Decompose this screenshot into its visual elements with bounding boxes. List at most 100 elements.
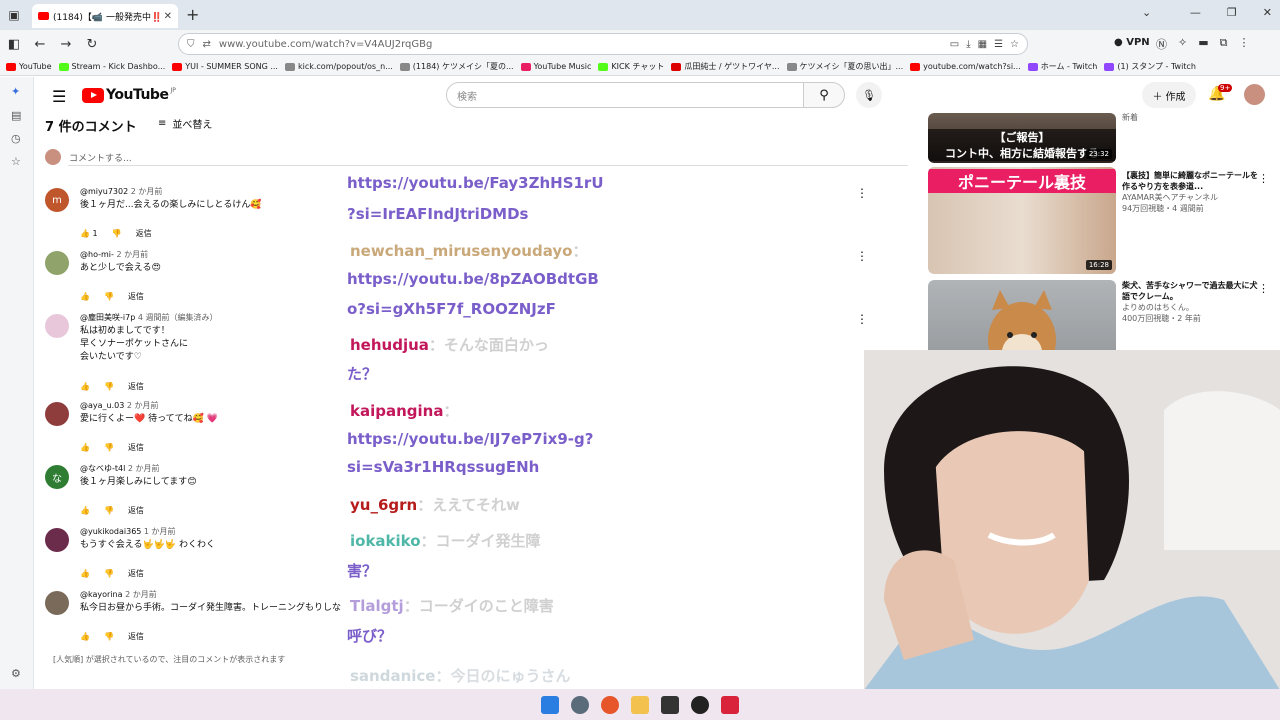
address-bar[interactable]: ⛉ ⇄ www.youtube.com/watch?v=V4AUJ2rqGBg … [178, 33, 1028, 55]
battery-icon[interactable]: ▬ [1198, 36, 1208, 52]
bookmark-item[interactable]: ケツメイシ「夏の思い出」... [786, 61, 903, 72]
bookmark-item[interactable]: YouTube [6, 62, 52, 71]
avatar[interactable] [45, 402, 69, 426]
obs-icon[interactable] [691, 695, 709, 714]
dislike-icon[interactable]: 👎 [104, 506, 114, 515]
comment-time[interactable]: 4 週間前（編集済み） [138, 313, 218, 322]
browser-icon[interactable] [601, 695, 619, 714]
hamburger-menu-icon[interactable]: ☰ [52, 87, 66, 106]
start-windows-icon[interactable] [541, 695, 559, 714]
bookmark-item[interactable]: (1184) ケツメイシ「夏の... [399, 61, 514, 72]
reply-button[interactable]: 返信 [128, 631, 144, 642]
bookmark-item[interactable]: YUI - SUMMER SONG ... [172, 62, 278, 71]
forward-icon[interactable]: → [54, 32, 78, 56]
tab-active[interactable]: (1184)【📹 一般発売中‼️】#ソナ ✕ [32, 4, 178, 28]
comment-more-icon[interactable]: ⋮ [856, 249, 868, 263]
avatar[interactable]: な [45, 465, 69, 489]
sort-button[interactable]: ≡ 並べ替え [158, 116, 212, 131]
reply-button[interactable]: 返信 [128, 568, 144, 579]
dislike-icon[interactable]: 👎 [112, 229, 122, 238]
account-avatar[interactable] [1244, 84, 1265, 105]
dislike-icon[interactable]: 👎 [104, 569, 114, 578]
video-thumbnail[interactable]: ポニーテール裏技 16:28 [928, 167, 1116, 274]
like-button[interactable]: 👍 [80, 382, 90, 391]
like-button[interactable]: 👍 [80, 506, 90, 515]
download-icon[interactable]: ⤓ [966, 39, 970, 50]
app-red-icon[interactable] [721, 695, 739, 714]
settings-gear-icon[interactable]: ⚙ [11, 667, 21, 680]
bookmark-item[interactable]: youtube.com/watch?si... [910, 62, 1021, 71]
like-button[interactable]: 👍 [80, 569, 90, 578]
like-button[interactable]: 👍 1 [80, 229, 98, 238]
channel-name[interactable]: AYAMAR美ヘアチャンネル [1122, 192, 1262, 203]
new-tab-button[interactable]: + [186, 5, 199, 24]
channel-name[interactable]: よりめのはちくん。 [1122, 302, 1262, 313]
bookmark-item[interactable]: KICK チャット [598, 61, 664, 72]
bookmark-item[interactable]: ホーム - Twitch [1027, 61, 1097, 72]
install-icon[interactable]: ▭ [950, 39, 959, 50]
tab-list-chevron-icon[interactable]: ⌄ [1142, 6, 1151, 19]
reply-button[interactable]: 返信 [128, 381, 144, 392]
comment-author[interactable]: @kayorina [80, 590, 123, 599]
vpn-button[interactable]: ● VPN [1114, 37, 1150, 48]
dislike-icon[interactable]: 👎 [104, 632, 114, 641]
collections-icon[interactable]: ▤ [11, 109, 21, 122]
video-title[interactable]: 【裏技】簡単に綺麗なポニーテールを作るやり方を表参道... [1122, 170, 1262, 192]
search-input[interactable]: 検索 [446, 82, 804, 108]
minimize-icon[interactable]: — [1190, 6, 1201, 19]
comment-more-icon[interactable]: ⋮ [856, 186, 868, 200]
reader-icon[interactable]: ☰ [994, 39, 1003, 50]
comment-author[interactable]: @なべゆ-t4l [80, 464, 125, 473]
comment-time[interactable]: 2 か月前 [116, 250, 148, 259]
settings-icon[interactable] [571, 695, 589, 714]
comment-author[interactable]: @ho-mi- [80, 250, 114, 259]
like-button[interactable]: 👍 [80, 443, 90, 452]
restore-icon[interactable]: ❐ [1227, 6, 1237, 19]
bookmark-item[interactable]: Stream - Kick Dashbo... [58, 62, 165, 71]
reply-button[interactable]: 返信 [128, 291, 144, 302]
bookmark-item[interactable]: 瓜田純士 / ゲツトワイヤ... [671, 61, 780, 72]
history-icon[interactable]: ◷ [11, 132, 21, 145]
reply-button[interactable]: 返信 [136, 228, 152, 239]
file-explorer-icon[interactable] [631, 695, 649, 714]
tab-overview-icon[interactable]: ▣ [0, 0, 28, 30]
comment-time[interactable]: 1 か月前 [144, 527, 176, 536]
reply-button[interactable]: 返信 [128, 442, 144, 453]
like-button[interactable]: 👍 [80, 292, 90, 301]
reload-icon[interactable]: ↻ [80, 32, 104, 56]
bookmark-item[interactable]: YouTube Music [520, 62, 591, 71]
voice-search-button[interactable]: 🎙 [856, 82, 882, 108]
comment-time[interactable]: 2 か月前 [127, 401, 159, 410]
menu-icon[interactable]: ⋮ [1238, 36, 1249, 52]
video-more-icon[interactable]: ⋮ [1258, 172, 1269, 185]
comment-more-icon[interactable]: ⋮ [856, 312, 868, 326]
ai-sparkle-icon[interactable]: ✦ [11, 85, 20, 98]
recommended-video[interactable]: ポニーテール裏技 16:28 [928, 167, 1118, 274]
avatar[interactable]: m [45, 188, 69, 212]
bookmark-star-icon[interactable]: ☆ [1010, 39, 1019, 50]
like-button[interactable]: 👍 [80, 632, 90, 641]
avatar[interactable] [45, 314, 69, 338]
back-icon[interactable]: ← [28, 32, 52, 56]
comment-time[interactable]: 2 か月前 [125, 590, 157, 599]
recommended-video[interactable]: 【ご報告】 コント中、相方に結婚報告する 23:32 [928, 113, 1118, 163]
extension-puzzle-icon[interactable]: ⧉ [1220, 36, 1228, 52]
extension-icon[interactable]: ✧ [1178, 36, 1187, 52]
video-more-icon[interactable]: ⋮ [1258, 282, 1269, 295]
snapshot-icon[interactable]: ▦ [978, 39, 987, 50]
profile-n-icon[interactable]: Ⓝ [1156, 36, 1167, 52]
app-icon[interactable] [661, 695, 679, 714]
search-button[interactable]: ⚲ [803, 82, 845, 108]
close-tab-icon[interactable]: ✕ [164, 11, 172, 22]
comment-author[interactable]: @aya_u.03 [80, 401, 124, 410]
sidebar-toggle-icon[interactable]: ◧ [2, 32, 26, 56]
site-settings-icon[interactable]: ⇄ [203, 39, 211, 50]
reply-button[interactable]: 返信 [128, 505, 144, 516]
comment-author[interactable]: @塵田美咲-i7p [80, 313, 135, 322]
comment-time[interactable]: 2 か月前 [131, 187, 163, 196]
avatar[interactable] [45, 591, 69, 615]
bookmarks-star-icon[interactable]: ☆ [11, 155, 21, 168]
comment-author[interactable]: @yukikodai365 [80, 527, 141, 536]
comment-author[interactable]: @miyu7302 [80, 187, 128, 196]
bookmark-item[interactable]: kick.com/popout/os_n... [284, 62, 393, 71]
